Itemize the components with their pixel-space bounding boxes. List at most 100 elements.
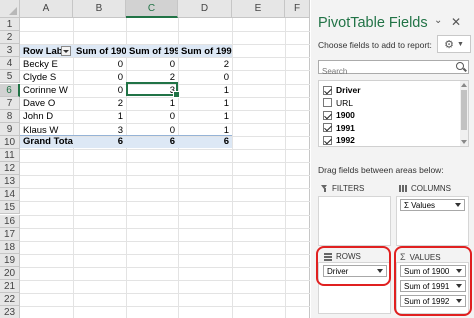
row-header-15[interactable]: 15 xyxy=(0,201,20,214)
field-label: 1992 xyxy=(336,135,355,145)
pivot-value-cell[interactable]: 0 xyxy=(73,58,126,71)
gridline xyxy=(20,162,310,163)
column-header-f[interactable]: F xyxy=(285,0,310,18)
row-header-21[interactable]: 21 xyxy=(0,280,20,293)
scroll-thumb[interactable] xyxy=(461,90,467,130)
gridline xyxy=(20,241,310,242)
row-header-16[interactable]: 16 xyxy=(0,215,20,228)
pivot-value-cell[interactable]: 1 xyxy=(178,110,232,123)
row-header-22[interactable]: 22 xyxy=(0,293,20,306)
pivot-value-cell[interactable]: 2 xyxy=(178,58,232,71)
grand-total-1900[interactable]: 6 xyxy=(73,135,126,148)
filters-drop-area[interactable] xyxy=(318,196,391,246)
columns-field-label: Σ Values xyxy=(404,200,436,210)
field-list[interactable]: Driver URL 1900 1991 1992 xyxy=(318,80,469,147)
row-header-3[interactable]: 3 xyxy=(0,44,20,57)
row-labels-filter-button[interactable] xyxy=(61,46,71,56)
pivot-row-label[interactable]: Becky E xyxy=(20,58,73,71)
field-checkbox[interactable] xyxy=(323,110,332,120)
row-header-8[interactable]: 8 xyxy=(0,110,20,123)
columns-values-field[interactable]: Σ Values xyxy=(400,199,465,211)
pivot-value-cell[interactable]: 0 xyxy=(73,84,126,97)
gear-icon: ⚙ xyxy=(444,38,454,51)
field-list-scrollbar[interactable] xyxy=(460,81,468,146)
pane-options-chevron-icon[interactable]: ⌄ xyxy=(434,15,442,26)
gridline xyxy=(20,293,310,294)
grand-total-label[interactable]: Grand Total xyxy=(20,135,73,148)
field-item[interactable]: Driver xyxy=(323,84,361,96)
grand-total-1992[interactable]: 6 xyxy=(178,135,232,148)
pivot-row-label[interactable]: Clyde S xyxy=(20,71,73,84)
pivot-value-cell[interactable]: 0 xyxy=(178,71,232,84)
choose-fields-label: Choose fields to add to report: xyxy=(318,40,432,50)
pivot-row-label[interactable]: Dave O xyxy=(20,97,73,110)
pivot-header-sum-1991: Sum of 1991 xyxy=(129,46,178,57)
row-header-20[interactable]: 20 xyxy=(0,267,20,280)
chevron-down-icon: ▼ xyxy=(456,40,464,48)
close-icon[interactable]: ✕ xyxy=(451,15,461,29)
row-header-2[interactable]: 2 xyxy=(0,31,20,44)
row-header-5[interactable]: 5 xyxy=(0,70,20,83)
row-header-23[interactable]: 23 xyxy=(0,306,20,318)
pivot-value-cell[interactable]: 1 xyxy=(178,97,232,110)
gridline xyxy=(20,175,310,176)
column-header-a[interactable]: A xyxy=(20,0,73,18)
row-header-1[interactable]: 1 xyxy=(0,18,20,31)
field-search-box[interactable] xyxy=(318,60,469,78)
worksheet[interactable]: A B C D E F 1 2 3 4 5 6 7 8 9 10 11 12 13 14 15 16 17 18 1… xyxy=(0,0,310,318)
pivot-value-cell[interactable]: 1 xyxy=(178,84,232,97)
pane-title: PivotTable Fields xyxy=(318,15,428,31)
row-header-9[interactable]: 9 xyxy=(0,123,20,136)
column-header-e[interactable]: E xyxy=(232,0,285,18)
row-header-6[interactable]: 6 xyxy=(0,84,20,97)
field-checkbox[interactable] xyxy=(323,123,332,132)
row-header-10[interactable]: 10 xyxy=(0,136,20,149)
pivot-row-label[interactable]: John D xyxy=(20,110,73,123)
field-item[interactable]: URL xyxy=(323,97,353,109)
search-icon[interactable] xyxy=(456,62,464,70)
pivottable-fields-pane: PivotTable Fields ⌄ ✕ Choose fields to a… xyxy=(311,0,474,318)
pivot-value-cell[interactable]: 1 xyxy=(73,110,126,123)
row-header-17[interactable]: 17 xyxy=(0,228,20,241)
rows-highlight-ring xyxy=(316,246,391,286)
column-header-c[interactable]: C xyxy=(126,0,178,18)
pivot-header-sum-1900: Sum of 1900 xyxy=(76,46,126,57)
field-label: Driver xyxy=(336,85,361,95)
pivot-value-cell[interactable]: 0 xyxy=(126,110,178,123)
gridline xyxy=(20,149,310,150)
field-checkbox[interactable] xyxy=(323,98,332,107)
row-header-4[interactable]: 4 xyxy=(0,57,20,70)
scroll-up-icon[interactable] xyxy=(461,83,467,87)
column-header-b[interactable]: B xyxy=(73,0,126,18)
select-all-corner[interactable] xyxy=(0,0,20,18)
pivot-header-row-labels: Row Labels xyxy=(23,46,63,57)
field-item[interactable]: 1991 xyxy=(323,122,355,134)
tools-gear-button[interactable]: ⚙ ▼ xyxy=(437,35,471,53)
pivot-value-cell[interactable]: 0 xyxy=(126,58,178,71)
pivot-value-cell[interactable]: 2 xyxy=(73,97,126,110)
field-item[interactable]: 1900 xyxy=(323,109,355,121)
search-input[interactable] xyxy=(319,65,447,78)
row-header-13[interactable]: 13 xyxy=(0,175,20,188)
pivot-row-label[interactable]: Corinne W xyxy=(20,84,73,97)
field-item[interactable]: 1992 xyxy=(323,134,355,146)
row-header-12[interactable]: 12 xyxy=(0,162,20,175)
scroll-down-icon[interactable] xyxy=(461,140,467,144)
gridline xyxy=(20,228,310,229)
field-label: URL xyxy=(336,97,354,108)
row-header-7[interactable]: 7 xyxy=(0,97,20,110)
field-checkbox[interactable] xyxy=(323,135,332,145)
row-header-11[interactable]: 11 xyxy=(0,149,20,162)
field-checkbox[interactable] xyxy=(323,85,332,95)
filters-area-label: FILTERS xyxy=(332,184,365,193)
chevron-down-icon[interactable] xyxy=(455,203,461,207)
columns-area-label: COLUMNS xyxy=(411,184,452,193)
pivot-value-cell[interactable]: 0 xyxy=(73,71,126,84)
column-header-d[interactable]: D xyxy=(178,0,232,18)
grand-total-1991[interactable]: 6 xyxy=(126,135,178,148)
columns-drop-area[interactable]: Σ Values xyxy=(396,196,469,246)
pivot-value-cell[interactable]: 1 xyxy=(126,97,178,110)
row-header-19[interactable]: 19 xyxy=(0,254,20,267)
row-header-18[interactable]: 18 xyxy=(0,241,20,254)
row-header-14[interactable]: 14 xyxy=(0,188,20,201)
